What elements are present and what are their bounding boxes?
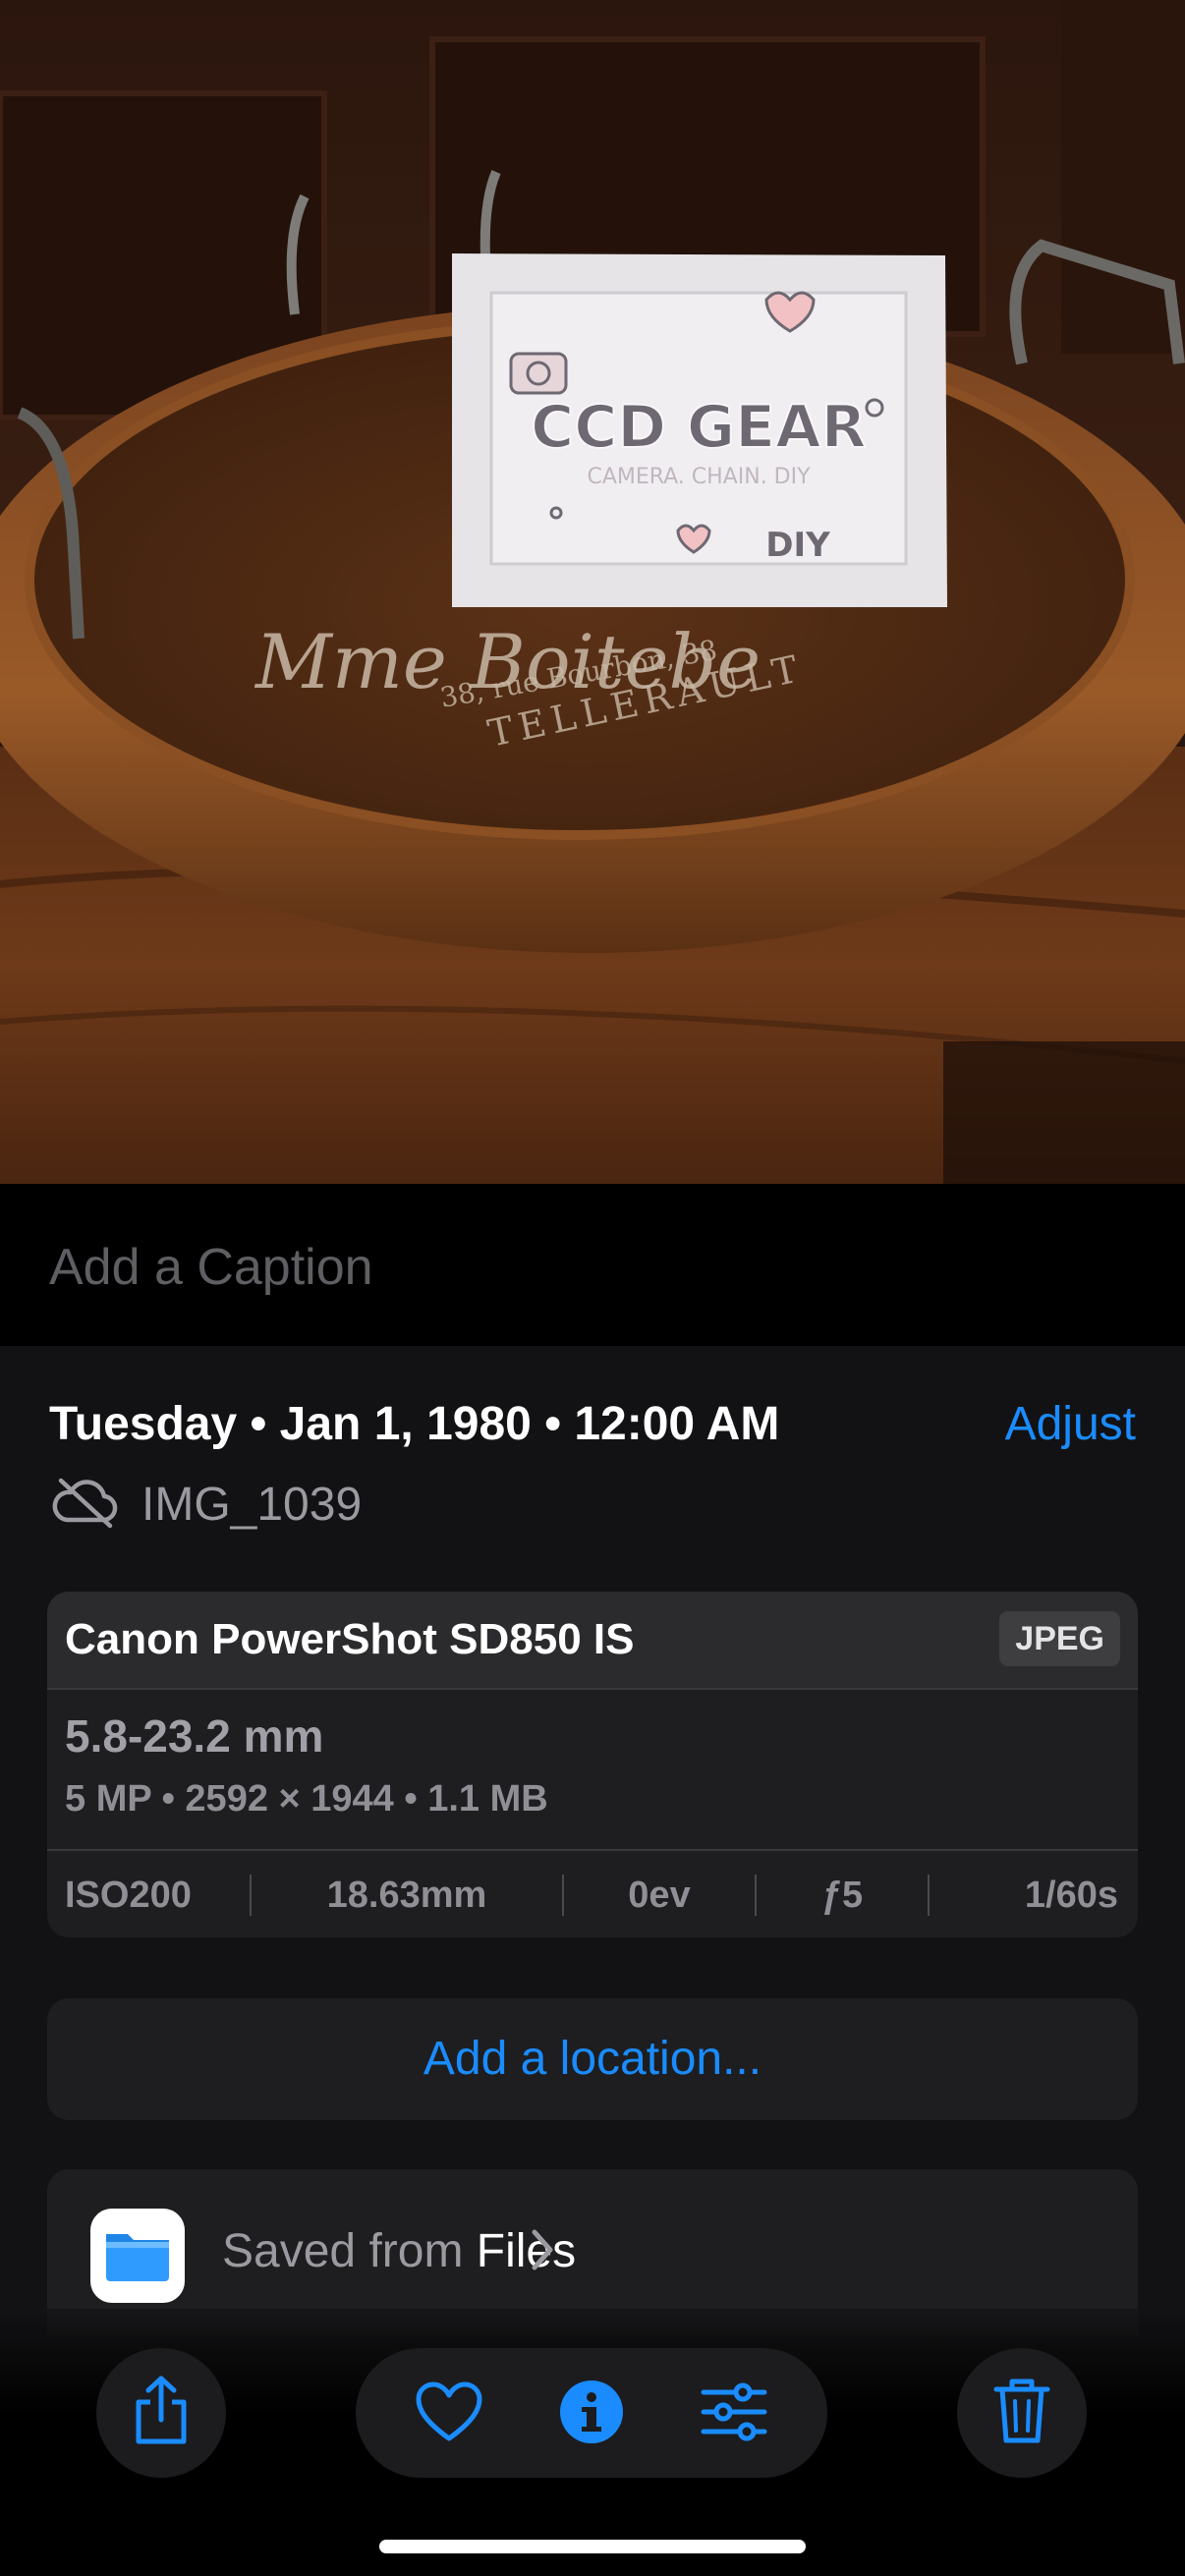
source-app-name: Files [476,2225,577,2277]
source-prefix: Saved from [222,2225,477,2277]
photo-image: Mme Boitebe 38, rue Bourbon, 38 TELLERAU… [0,0,1185,1184]
info-icon [558,2379,625,2450]
exif-shutter-speed: 1/60s [1024,1874,1118,1916]
filename: IMG_1039 [141,1478,363,1531]
caption-bar [0,1184,1185,1346]
format-badge: JPEG [999,1611,1120,1666]
adjust-date-button[interactable]: Adjust [1005,1397,1136,1451]
share-button[interactable] [96,2348,226,2478]
heart-icon [415,2381,483,2447]
lens-info: 5.8-23.2 mm [65,1710,324,1762]
exif-exposure-bias: 0ev [628,1874,691,1916]
add-location-button[interactable]: Add a location... [47,1998,1138,2120]
exif-settings-row: ISO200 18.63mm 0ev ƒ5 1/60s [47,1849,1138,1937]
camera-model: Canon PowerShot SD850 IS [65,1615,635,1663]
frame-title: CCD GEAR [531,393,867,462]
picture-frame: CCD GEAR CAMERA. CHAIN. DIY DIY [452,253,947,607]
exif-iso: ISO200 [65,1874,192,1916]
filename-row: IMG_1039 [49,1472,362,1537]
center-toolbar-group [356,2348,827,2478]
favorite-button[interactable] [405,2370,493,2458]
home-indicator[interactable] [379,2540,806,2553]
edit-adjust-button[interactable] [690,2370,778,2458]
exif-card: Canon PowerShot SD850 IS JPEG 5.8-23.2 m… [47,1592,1138,1937]
adjust-sliders-icon [700,2382,768,2446]
frame-badge: DIY [765,526,830,565]
share-icon [129,2375,194,2452]
caption-input[interactable] [49,1233,1130,1302]
chevron-right-icon [531,2228,554,2276]
exif-header: Canon PowerShot SD850 IS JPEG [47,1592,1138,1690]
trash-icon [992,2376,1051,2451]
frame-subtitle: CAMERA. CHAIN. DIY [587,465,811,489]
exif-focal-length: 18.63mm [326,1874,487,1916]
icloud-slash-icon [49,1475,120,1535]
photo-view[interactable]: Mme Boitebe 38, rue Bourbon, 38 TELLERAU… [0,0,1185,1184]
delete-button[interactable] [957,2348,1087,2478]
image-specs: 5 MP • 2592 × 1944 • 1.1 MB [65,1778,548,1820]
capture-date: Tuesday • Jan 1, 1980 • 12:00 AM [49,1398,780,1450]
source-app-text: Saved from Files [222,2224,576,2278]
files-folder-icon [90,2209,185,2303]
info-button[interactable] [547,2370,636,2458]
exif-aperture: ƒ5 [820,1874,864,1916]
